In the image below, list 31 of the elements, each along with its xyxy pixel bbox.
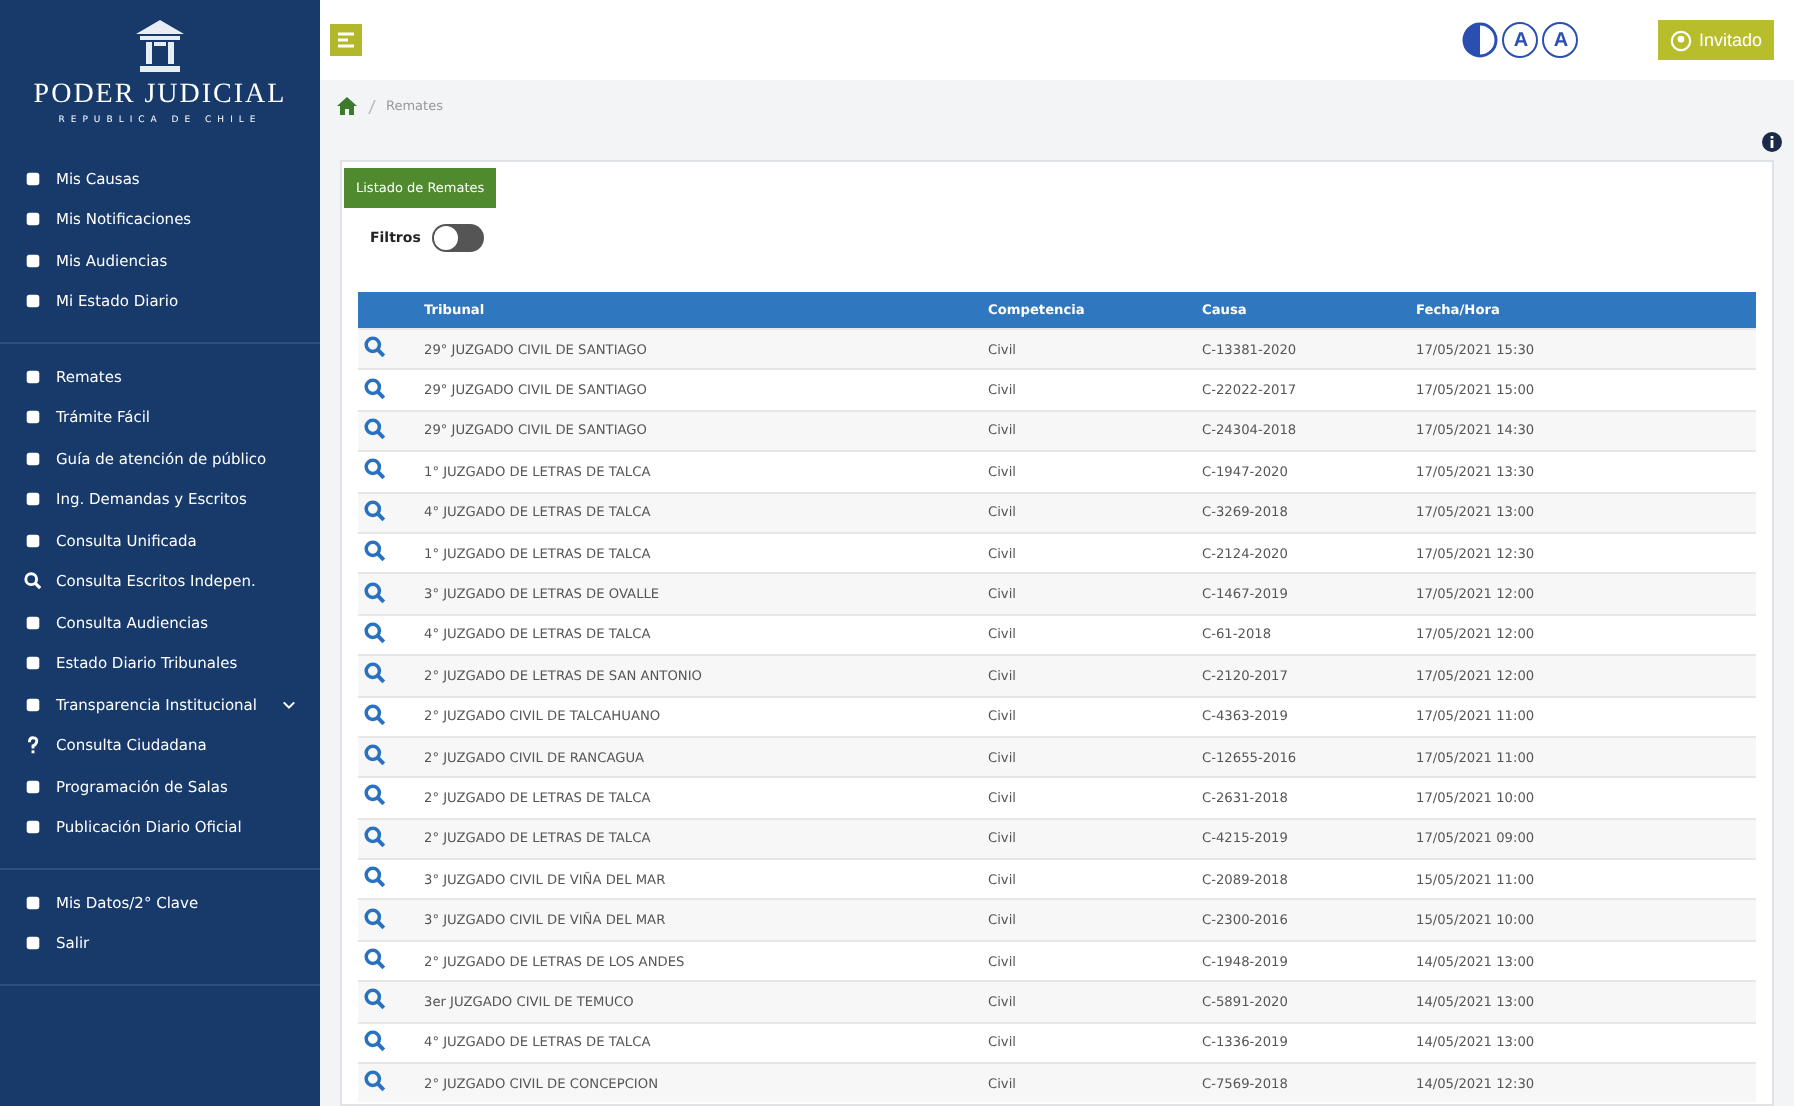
search-icon[interactable]: [364, 948, 386, 971]
search-icon[interactable]: [364, 744, 386, 767]
search-icon[interactable]: [364, 1029, 386, 1052]
menu-icon: [336, 30, 356, 50]
search-icon[interactable]: [364, 581, 386, 604]
filter-toggle[interactable]: [432, 224, 485, 252]
search-icon[interactable]: [364, 825, 386, 848]
search-icon[interactable]: [364, 458, 386, 481]
search-icon[interactable]: [364, 540, 386, 563]
font-size-button[interactable]: A: [1502, 22, 1539, 58]
contrast-button[interactable]: [1462, 22, 1499, 58]
home-icon[interactable]: [336, 96, 358, 116]
contrast-icon: [1462, 22, 1499, 58]
font-size-button[interactable]: A: [1542, 22, 1579, 58]
search-icon[interactable]: [364, 621, 386, 644]
search-icon[interactable]: [364, 866, 386, 889]
search-icon: [24, 572, 42, 591]
search-icon[interactable]: [364, 417, 386, 440]
search-icon[interactable]: [364, 703, 386, 726]
search-icon[interactable]: [364, 662, 386, 685]
search-icon[interactable]: [364, 988, 386, 1011]
info-icon[interactable]: [1762, 132, 1782, 152]
search-icon[interactable]: [364, 336, 386, 359]
breadcrumb-separator-icon: [368, 99, 376, 113]
brand-name: PODER JUDICIAL: [33, 80, 287, 112]
question-icon: [24, 736, 42, 755]
search-icon[interactable]: [364, 1070, 386, 1093]
search-icon[interactable]: [364, 377, 386, 400]
search-icon[interactable]: [364, 907, 386, 930]
search-icon[interactable]: [364, 499, 386, 522]
search-icon[interactable]: [364, 784, 386, 807]
